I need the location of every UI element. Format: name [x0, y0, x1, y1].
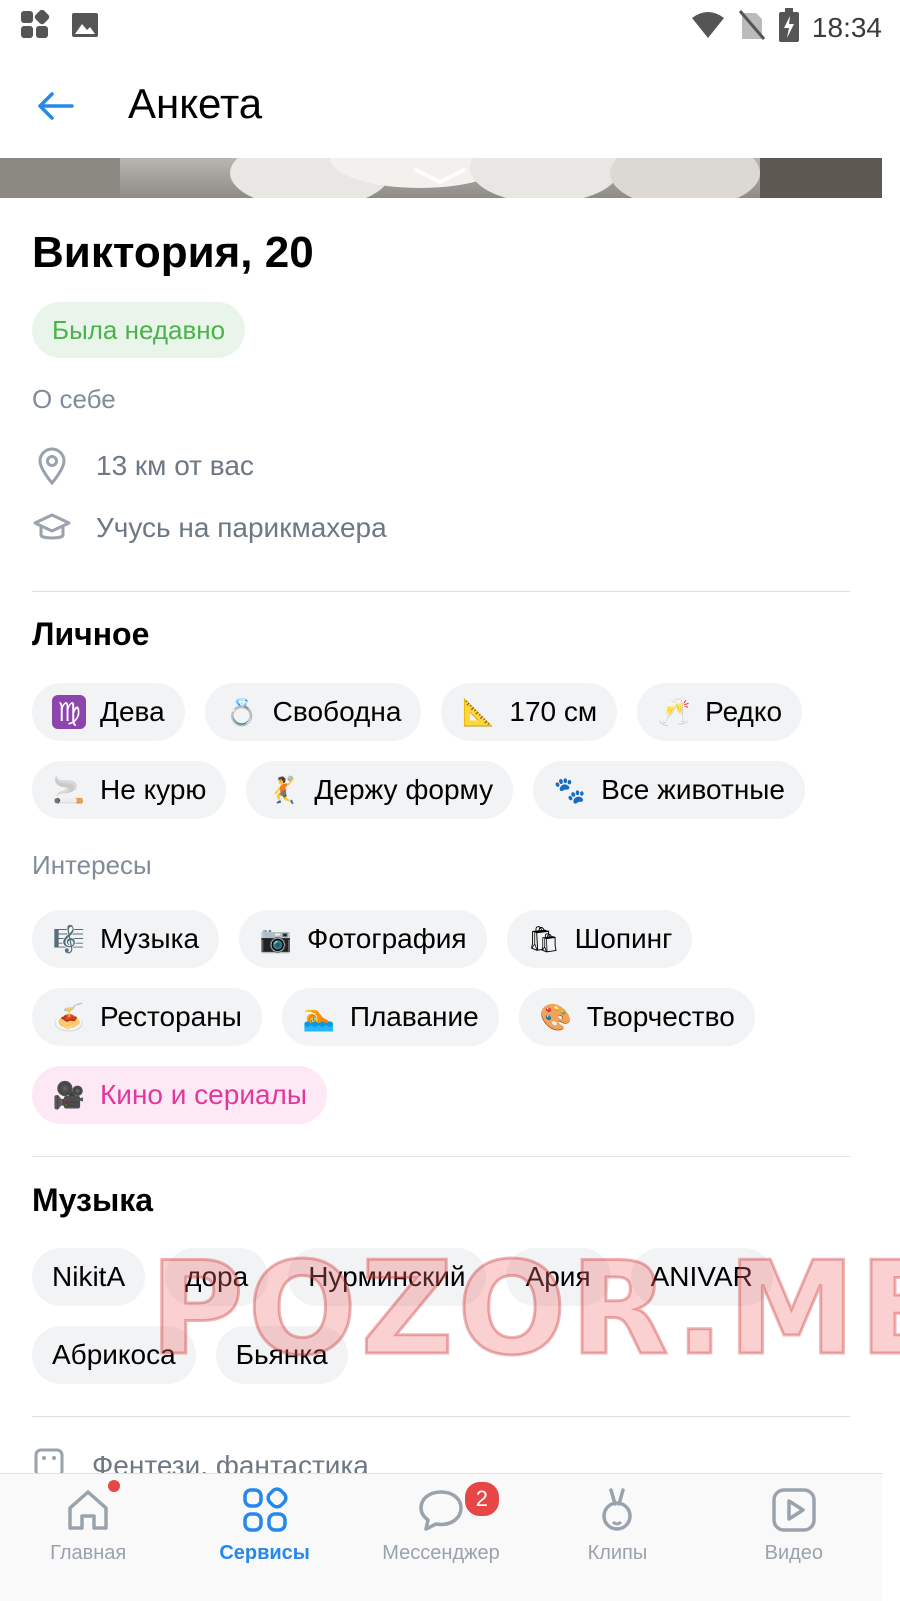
ring-icon: 💍: [225, 696, 258, 727]
sport-icon: 🤾: [267, 774, 300, 805]
apps-icon: [20, 9, 50, 45]
divider: [32, 1416, 850, 1417]
interests-chips-row-2: 🍝 Рестораны 🏊 Плавание 🎨 Творчество: [32, 988, 755, 1046]
chip-alcohol[interactable]: 🥂 Редко: [637, 683, 803, 741]
tab-services[interactable]: Сервисы: [176, 1474, 352, 1601]
home-icon: [68, 1490, 108, 1530]
occupation-text: Учусь на парикмахера: [96, 512, 387, 543]
distance-text: 13 км от вас: [96, 450, 254, 481]
video-play-icon: [772, 1488, 816, 1532]
chip-sport[interactable]: 🤾 Держу форму: [246, 761, 514, 819]
back-button[interactable]: [30, 82, 78, 130]
palette-icon: 🎨: [539, 1001, 572, 1032]
tab-clips[interactable]: Клипы: [529, 1474, 705, 1601]
chip-interest-swimming[interactable]: 🏊 Плавание: [281, 988, 499, 1046]
tab-home[interactable]: Главная: [0, 1474, 176, 1601]
movie-camera-icon: 🎥: [52, 1079, 86, 1110]
tab-messenger[interactable]: 2 Мессенджер: [353, 1474, 529, 1601]
music-section-title: Музыка: [32, 1182, 154, 1218]
clips-icon: [602, 1488, 633, 1531]
ruler-icon: 📐: [462, 696, 495, 727]
virgo-icon: ♍: [52, 695, 86, 729]
paws-icon: 🐾: [553, 774, 587, 805]
chip-smoking[interactable]: 🚬 Не курю: [32, 761, 227, 819]
watermark: POZOR.ME: [149, 1234, 900, 1386]
spaghetti-icon: 🍝: [52, 1001, 86, 1032]
profile-name: Виктория, 20: [32, 228, 314, 277]
interests-chips-row-1: 🎼 Музыка 📷 Фотография 🛍 Шопинг: [32, 910, 693, 968]
swimmer-icon: 🏊: [302, 1001, 336, 1032]
unread-badge: 2: [462, 1480, 501, 1518]
chip-zodiac[interactable]: ♍ Дева: [32, 683, 185, 741]
chip-height[interactable]: 📐 170 см: [441, 683, 618, 741]
chip-interest-movies[interactable]: 🎥 Кино и сериалы: [32, 1066, 328, 1124]
divider: [32, 1156, 850, 1157]
page-title: Анкета: [128, 80, 263, 127]
message-bubble-icon: [419, 1490, 463, 1531]
divider: [32, 591, 850, 592]
graduation-cap-icon: [32, 508, 72, 548]
distance-row: 13 км от вас: [32, 446, 254, 486]
occupation-row: Учусь на парикмахера: [32, 508, 387, 548]
chip-pets[interactable]: 🐾 Все животные: [533, 761, 805, 819]
arrow-left-icon: [38, 92, 74, 120]
chip-interest-music[interactable]: 🎼 Музыка: [32, 910, 220, 968]
wifi-icon: [690, 10, 726, 45]
chip-interest-shopping[interactable]: 🛍 Шопинг: [506, 910, 693, 968]
music-icon: 🎼: [52, 923, 86, 954]
image-icon: [70, 10, 100, 45]
battery-charging-icon: [778, 8, 800, 47]
app-header: Анкета: [0, 52, 900, 158]
personal-section-title: Личное: [32, 616, 150, 652]
location-pin-icon: [32, 446, 72, 486]
chip-interest-photo[interactable]: 📷 Фотография: [239, 910, 487, 968]
personal-chips-row-1: ♍ Дева 💍 Свободна 📐 170 см 🥂 Редко: [32, 683, 803, 741]
notification-dot: [108, 1480, 120, 1492]
personal-chips-row-2: 🚬 Не курю 🤾 Держу форму 🐾 Все животные: [32, 761, 805, 819]
services-grid-icon: [242, 1487, 288, 1532]
champagne-icon: 🥂: [657, 696, 691, 727]
chevron-down-icon: [414, 168, 466, 184]
chip-interest-creativity[interactable]: 🎨 Творчество: [518, 988, 755, 1046]
bottom-tab-bar: Главная Сервисы 2 Мессенджер Клипы Видео: [0, 1473, 882, 1601]
camera-icon: 📷: [259, 923, 293, 954]
profile-photo[interactable]: [0, 158, 882, 198]
no-sim-icon: [738, 9, 766, 46]
status-bar: 18:34: [0, 0, 900, 52]
tab-video[interactable]: Видео: [706, 1474, 882, 1601]
chip-artist[interactable]: NikitA: [32, 1248, 146, 1306]
interests-label: Интересы: [32, 850, 152, 880]
chip-relationship[interactable]: 💍 Свободна: [204, 683, 422, 741]
no-smoking-icon: 🚬: [52, 774, 86, 805]
clock: 18:34: [811, 11, 882, 43]
chip-interest-restaurants[interactable]: 🍝 Рестораны: [32, 988, 262, 1046]
shopping-icon: 🛍: [527, 923, 561, 954]
interests-chips-row-3: 🎥 Кино и сериалы: [32, 1066, 328, 1124]
status-badge: Была недавно: [32, 302, 246, 358]
about-label: О себе: [32, 384, 116, 414]
